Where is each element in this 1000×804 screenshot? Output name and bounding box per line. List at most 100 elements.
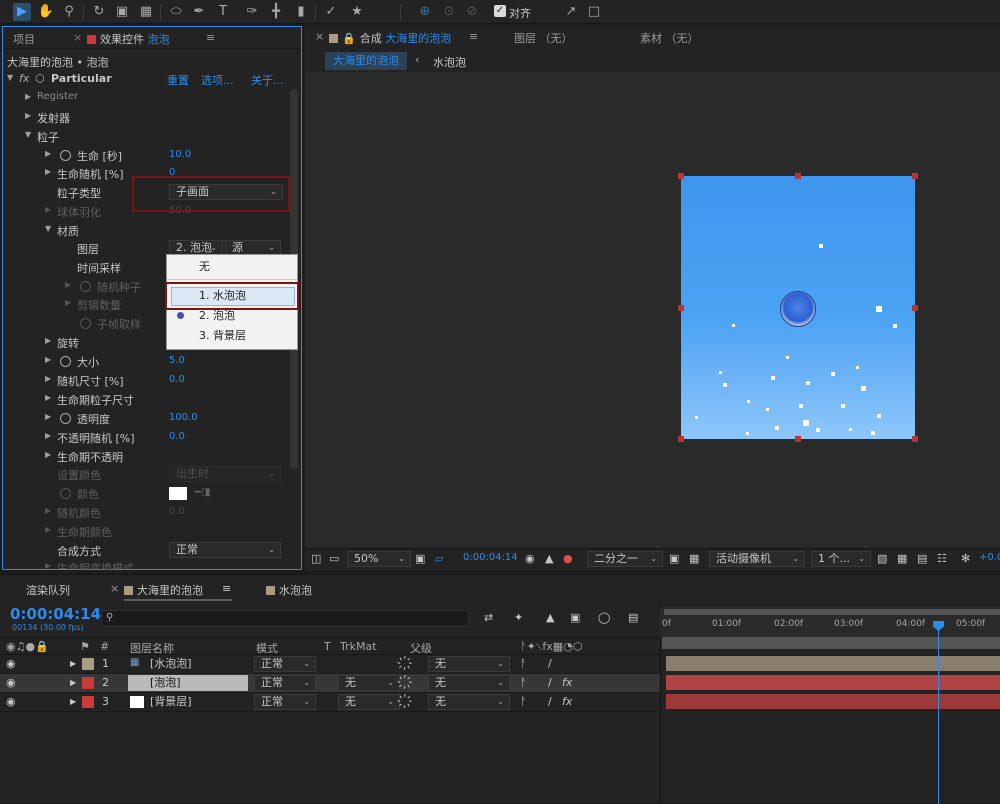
color-swatch[interactable]: [169, 487, 187, 500]
tab-render-queue[interactable]: 渲染队列: [26, 582, 70, 598]
eye-icon[interactable]: ◉: [6, 676, 16, 689]
views-select[interactable]: 1 个... ⌄: [811, 551, 871, 567]
pickwhip-icon[interactable]: ҉: [408, 657, 413, 670]
fx-switch-icon[interactable]: fx: [562, 676, 572, 689]
expand-triangle-icon[interactable]: ▶: [45, 149, 51, 158]
expand-triangle-icon[interactable]: ▶: [45, 561, 51, 570]
expand-triangle-icon[interactable]: ▶: [45, 167, 51, 176]
layer-name[interactable]: [背景层]: [128, 694, 248, 710]
snapshot-icon[interactable]: ◉: [525, 552, 535, 565]
type-tool-icon[interactable]: T: [214, 3, 232, 21]
tab-project[interactable]: 项目: [13, 31, 35, 47]
quality-switch-icon[interactable]: /: [548, 676, 552, 689]
always-preview-icon[interactable]: ◫: [311, 552, 321, 565]
chevron-left-icon[interactable]: ‹: [415, 53, 419, 66]
collapse-triangle-icon[interactable]: ▼: [25, 130, 31, 139]
opacity-random-value[interactable]: 0.0: [169, 431, 185, 442]
transform-handle[interactable]: [912, 173, 918, 179]
work-area-bar[interactable]: [664, 609, 1000, 615]
transparency-grid-icon[interactable]: ▦: [689, 552, 699, 565]
fx-switch-icon[interactable]: fx: [562, 695, 572, 708]
eyedropper-icon[interactable]: ━◨: [195, 487, 210, 498]
comp-viewer[interactable]: [305, 72, 1000, 548]
brush-tool-icon[interactable]: ✑: [243, 3, 261, 21]
size-random-value[interactable]: 0.0: [169, 374, 185, 385]
timeline-timecode[interactable]: 0:00:04:14: [10, 605, 101, 623]
reset-exposure-icon[interactable]: ✻: [961, 552, 970, 565]
shy-switch-icon[interactable]: ᚨ: [520, 695, 527, 708]
toggle-pixel-aspect-icon[interactable]: ▧: [877, 552, 887, 565]
layer-name[interactable]: [泡泡]: [128, 675, 248, 691]
time-navigator[interactable]: [662, 637, 1000, 649]
label-color-chip[interactable]: [82, 677, 94, 689]
layer-row[interactable]: ◉ ▶ 3 [背景层] 正常 ⌄ 无 ⌄ ҉ 无 ⌄ ᚨ / fx: [0, 693, 660, 712]
parent-select[interactable]: 无 ⌄: [428, 675, 510, 691]
ellipse-tool-icon[interactable]: ⬭: [167, 3, 185, 21]
region-of-interest-icon[interactable]: ▣: [669, 552, 679, 565]
selection-tool-icon[interactable]: ▶: [13, 3, 31, 21]
shy-switch-icon[interactable]: ᚨ: [520, 657, 527, 670]
eye-icon[interactable]: ◉: [6, 695, 16, 708]
quality-switch-icon[interactable]: /: [548, 657, 552, 670]
expand-triangle-icon[interactable]: ▶: [70, 678, 76, 687]
flowchart-icon[interactable]: ☷: [937, 552, 947, 565]
panel-menu-icon[interactable]: ≡: [469, 30, 478, 43]
register-group[interactable]: ▶ Register: [3, 89, 287, 108]
dropdown-item-none[interactable]: 无: [167, 257, 297, 277]
layer-duration-bar[interactable]: [666, 656, 1000, 671]
life-value[interactable]: 10.0: [169, 149, 191, 160]
layer-duration-bar[interactable]: [666, 675, 1000, 690]
expand-triangle-icon[interactable]: ▶: [45, 205, 51, 214]
comp-crumb-next[interactable]: 水泡泡: [433, 54, 466, 70]
pan-behind-tool-icon[interactable]: ▦: [137, 3, 155, 21]
label-color-chip[interactable]: [82, 658, 94, 670]
eye-icon[interactable]: ◉: [6, 657, 16, 670]
layer-row[interactable]: ◉ ▶ 2 [泡泡] 正常 ⌄ 无 ⌄ ҉ 无 ⌄ ᚨ / fx: [0, 674, 660, 693]
tab-composition[interactable]: 🔒 合成 大海里的泡泡: [329, 30, 451, 46]
tab-water-bubble[interactable]: 水泡泡: [266, 582, 312, 598]
expand-triangle-icon[interactable]: ▶: [45, 412, 51, 421]
lock-icon[interactable]: 🔒: [342, 32, 356, 45]
layer-name[interactable]: [水泡泡]: [128, 656, 248, 672]
expand-triangle-icon[interactable]: ▶: [70, 659, 76, 668]
expand-triangle-icon[interactable]: ▶: [65, 280, 71, 289]
panel-menu-icon[interactable]: ≡: [222, 582, 231, 595]
size-value[interactable]: 5.0: [169, 355, 185, 366]
trkmat-select[interactable]: 无 ⌄: [338, 694, 400, 710]
clone-stamp-tool-icon[interactable]: ╋: [267, 3, 285, 21]
comp-mini-flowchart-icon[interactable]: ⇄: [484, 611, 493, 624]
close-tab-icon[interactable]: ×: [315, 30, 324, 43]
transform-handle[interactable]: [678, 305, 684, 311]
close-tab-icon[interactable]: ×: [73, 31, 82, 44]
expand-triangle-icon[interactable]: ▶: [45, 336, 51, 345]
fx-icon[interactable]: fx: [19, 72, 29, 85]
about-link[interactable]: 关于...: [251, 72, 284, 88]
pen-tool-icon[interactable]: ✒: [190, 3, 208, 21]
emitter-group[interactable]: ▶ 发射器: [3, 108, 287, 127]
layer-mode-select[interactable]: 正常 ⌄: [254, 656, 316, 672]
mask-visibility-icon[interactable]: ▱: [435, 552, 443, 565]
tab-layer[interactable]: 图层 （无）: [514, 30, 573, 46]
expand-triangle-icon[interactable]: ▶: [45, 355, 51, 364]
show-snapshot-icon[interactable]: ▲: [545, 552, 553, 565]
reset-link[interactable]: 重置: [167, 72, 189, 88]
stopwatch-icon[interactable]: [60, 356, 71, 367]
transform-handle[interactable]: [795, 173, 801, 179]
time-ruler[interactable]: 0f 01:00f 02:00f 03:00f 04:00f 05:00f: [660, 607, 1000, 637]
rotate-tool-icon[interactable]: ↻: [90, 3, 108, 21]
expand-triangle-icon[interactable]: ▶: [65, 298, 71, 307]
zoom-tool-icon[interactable]: ⚲: [60, 3, 78, 21]
motion-blur-icon[interactable]: ◯: [598, 611, 610, 624]
layer-duration-bar[interactable]: [666, 694, 1000, 709]
particle-group[interactable]: ▼ 粒子: [3, 127, 287, 146]
draft-3d-icon[interactable]: ✦: [514, 611, 523, 624]
fast-previews-icon[interactable]: ▦: [897, 552, 907, 565]
transform-handle[interactable]: [678, 436, 684, 442]
parent-select[interactable]: 无 ⌄: [428, 656, 510, 672]
monitor-icon[interactable]: ▭: [329, 552, 339, 565]
transform-handle[interactable]: [795, 436, 801, 442]
opacity-value[interactable]: 100.0: [169, 412, 198, 423]
expand-triangle-icon[interactable]: ▶: [45, 431, 51, 440]
quality-switch-icon[interactable]: /: [548, 695, 552, 708]
timeline-icon[interactable]: ▤: [917, 552, 927, 565]
